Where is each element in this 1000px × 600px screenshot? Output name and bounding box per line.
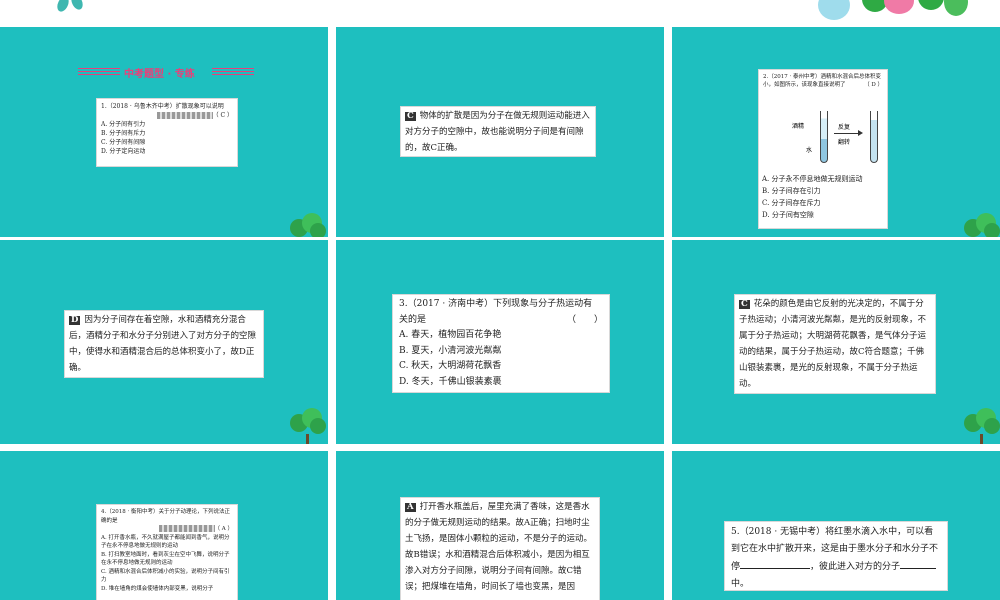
top-decoration-bar xyxy=(0,0,1000,27)
explanation-text: 花朵的颜色是由它反射的光决定的，不属于分子热运动；小清河波光粼粼，是光的反射现象… xyxy=(739,299,927,389)
tree-icon xyxy=(286,213,328,237)
water-label: 水 xyxy=(806,147,813,154)
leaf-icon xyxy=(55,0,71,14)
option-b: B. 夏天，小清河波光粼粼 xyxy=(399,345,502,356)
question-card: 4.（2018 · 衡阳中考）关于分子动理论，下列说法正确的是 （ A ） A.… xyxy=(96,504,238,600)
option-c: C. 分子间有间隙 xyxy=(101,139,146,146)
question-text: 2.（2017 · 泰州中考）酒精和水混合后总体积变小，如图所示，该现象直接说明… xyxy=(763,74,883,88)
answer-mark: （ C ） xyxy=(212,112,233,119)
answer-card: A 打开香水瓶盖后，屋里充满了香味，这是香水的分子做无规则运动的结果。故A正确；扫… xyxy=(400,497,600,600)
answer-letter: D xyxy=(69,315,81,326)
answer-letter: A xyxy=(405,502,416,513)
option-a: A. 春天，植物园百花争艳 xyxy=(399,330,502,340)
answer-card: C 花朵的颜色是由它反射的光决定的，不属于分子热运动；小清河波光粼粼，是光的反射现… xyxy=(734,294,936,394)
question-card: 5.（2018 · 无锡中考）将红墨水滴入水中，可以看到它在水中扩散开来，这是由… xyxy=(724,521,948,591)
test-tube-right xyxy=(870,111,878,163)
answer-blank-2[interactable] xyxy=(900,557,937,569)
leaf-icon xyxy=(69,0,85,12)
question-text-part2: ，彼此进入对方的分子 xyxy=(810,562,901,572)
slide-3[interactable]: 2.（2017 · 泰州中考）酒精和水混合后总体积变小，如图所示，该现象直接说明… xyxy=(672,27,1000,237)
flower-icon xyxy=(884,0,914,14)
explanation-text: 打开香水瓶盖后，屋里充满了香味，这是香水的分子做无规则运动的结果。故A正确；扫地… xyxy=(405,502,593,592)
answer-blank-1[interactable] xyxy=(740,557,811,569)
slide-1[interactable]: 中考题型 · 专练 1.（2018 · 乌鲁木齐中考）扩散现象可以说明 （ C … xyxy=(0,27,328,237)
question-text: 4.（2018 · 衡阳中考）关于分子动理论，下列说法正确的是 xyxy=(101,509,230,524)
option-a: A. 分子永不停息地做无规则运动 xyxy=(762,175,863,183)
question-card: 1.（2018 · 乌鲁木齐中考）扩散现象可以说明 （ C ） A. 分子间有引… xyxy=(96,98,238,167)
option-b: B. 分子间有斥力 xyxy=(101,130,146,137)
alcohol-label: 酒精 xyxy=(792,123,805,130)
tree-icon xyxy=(286,408,328,444)
flower-icon xyxy=(818,0,850,20)
slide-7[interactable]: 4.（2018 · 衡阳中考）关于分子动理论，下列说法正确的是 （ A ） A.… xyxy=(0,451,328,600)
option-d: D. 分子定向运动 xyxy=(101,148,146,155)
option-b: B. 分子间存在引力 xyxy=(762,187,821,195)
option-d: D. 堆在墙角的煤会使墙体内部变黑，说明分子 xyxy=(101,585,214,592)
answer-letter: C xyxy=(739,299,750,310)
option-c: C. 秋天，大明湖荷花飘香 xyxy=(399,361,502,371)
action-top-label: 反复 xyxy=(838,124,851,131)
slide-5[interactable]: 3.（2017 · 济南中考）下列现象与分子热运动有 关的是（ ） A. 春天，… xyxy=(336,240,664,444)
option-c: C. 分子间存在斥力 xyxy=(762,199,821,207)
option-c: C. 酒精和水混合后体积减小的实验，说明分子间有引力 xyxy=(101,568,230,584)
tree-icon xyxy=(960,213,1000,237)
section-header-title: 中考题型 · 专练 xyxy=(124,69,195,80)
experiment-figure: 酒精 水 反复 翻转 xyxy=(762,107,884,167)
arrow-head-icon xyxy=(858,130,863,136)
answer-mark: （ D ） xyxy=(864,82,883,88)
tree-icon xyxy=(960,408,1000,444)
action-bottom-label: 翻转 xyxy=(838,139,851,146)
slide-6[interactable]: C 花朵的颜色是由它反射的光决定的，不属于分子热运动；小清河波光粼粼，是光的反射现… xyxy=(672,240,1000,444)
explanation-text: 物体的扩散是因为分子在做无规则运动能进入对方分子的空隙中，故也能说明分子间是有间… xyxy=(405,111,590,153)
slide-2[interactable]: C 物体的扩散是因为分子在做无规则运动能进入对方分子的空隙中，故也能说明分子间是有… xyxy=(336,27,664,237)
option-list: A. 分子永不停息地做无规则运动 B. 分子间存在引力 C. 分子间存在斥力 D… xyxy=(762,173,886,221)
option-d: D. 冬天，千佛山银装素裹 xyxy=(399,376,502,387)
arrow-icon xyxy=(834,133,860,134)
flower-icon xyxy=(944,0,968,16)
question-text: 1.（2018 · 乌鲁木齐中考）扩散现象可以说明 xyxy=(101,103,224,110)
answer-mark: （ A ） xyxy=(214,526,233,532)
question-card: 3.（2017 · 济南中考）下列现象与分子热运动有 关的是（ ） A. 春天，… xyxy=(392,294,610,393)
option-b: B. 打扫教室地面时，看到灰尘在空中飞舞，说明分子在永不停息地做无规则的运动 xyxy=(101,551,230,567)
section-header: 中考题型 · 专练 xyxy=(78,65,254,80)
question-text-line1: 3.（2017 · 济南中考）下列现象与分子热运动有 xyxy=(399,299,593,309)
explanation-text: 因为分子间存在着空隙，水和酒精充分混合后，酒精分子和水分子分别进入了对方分子的空… xyxy=(69,315,257,373)
slide-4[interactable]: D 因为分子间存在着空隙，水和酒精充分混合后，酒精分子和水分子分别进入了对方分子的… xyxy=(0,240,328,444)
flower-icon xyxy=(918,0,944,10)
slide-9[interactable]: 5.（2018 · 无锡中考）将红墨水滴入水中，可以看到它在水中扩散开来，这是由… xyxy=(672,451,1000,600)
slide-8[interactable]: A 打开香水瓶盖后，屋里充满了香味，这是香水的分子做无规则运动的结果。故A正确；扫… xyxy=(336,451,664,600)
option-a: A. 分子间有引力 xyxy=(101,121,146,128)
option-d: D. 分子间有空隙 xyxy=(762,211,814,219)
answer-card: D 因为分子间存在着空隙，水和酒精充分混合后，酒精分子和水分子分别进入了对方分子的… xyxy=(64,310,264,378)
question-text-line2: 关的是（ ） xyxy=(399,313,603,329)
answer-card: C 物体的扩散是因为分子在做无规则运动能进入对方分子的空隙中，故也能说明分子间是有… xyxy=(400,106,596,157)
option-a: A. 打开香水瓶，不久就满屋子都能闻到香气，说明分子在永不停息地做无规则的运动 xyxy=(101,534,230,550)
question-text-part3: 中。 xyxy=(731,578,750,589)
test-tube-left xyxy=(820,111,828,163)
answer-paren: （ ） xyxy=(566,314,603,325)
answer-letter: C xyxy=(405,111,416,122)
